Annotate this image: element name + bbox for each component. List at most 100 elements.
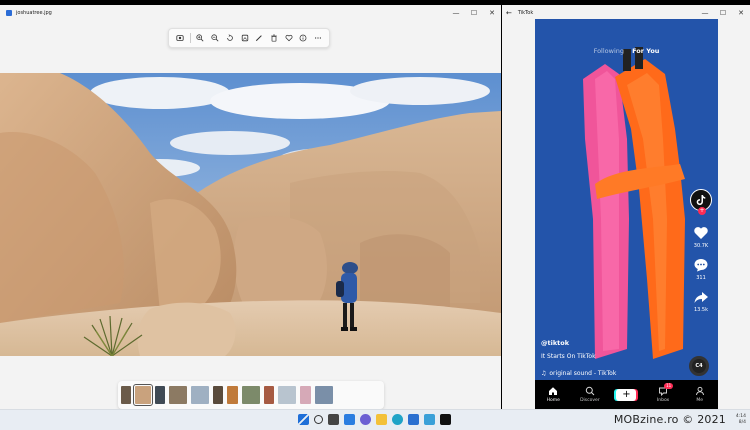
creator-avatar[interactable]: +: [690, 189, 712, 215]
photos-maximize-button[interactable]: ☐: [465, 8, 483, 18]
store-icon[interactable]: [408, 414, 419, 425]
enhance-button[interactable]: [173, 31, 187, 46]
profile-icon: [695, 386, 704, 396]
create-plus-icon: +: [616, 388, 637, 401]
filmstrip-thumb[interactable]: [264, 386, 274, 404]
more-icon: [315, 37, 322, 39]
nav-me-label: Me: [696, 398, 703, 403]
filmstrip-thumb[interactable]: [278, 386, 296, 404]
rotate-button[interactable]: [223, 31, 237, 46]
desert-rock-photo: [0, 73, 501, 356]
file-explorer-icon[interactable]: [376, 414, 387, 425]
nav-home-label: Home: [546, 398, 560, 403]
video-description: It Starts On TikTok: [541, 353, 596, 360]
photo-viewer-image[interactable]: [0, 73, 501, 356]
filmstrip-thumb[interactable]: [155, 386, 165, 404]
crop-button[interactable]: [238, 31, 252, 46]
filmstrip: [118, 381, 384, 409]
tiktok-window-title: TikTok: [517, 10, 534, 16]
zoom-out-icon: [211, 34, 219, 42]
comment-icon: [694, 259, 708, 272]
filmstrip-thumb-selected[interactable]: [133, 384, 153, 406]
zoom-in-button[interactable]: [194, 31, 208, 46]
filmstrip-thumb[interactable]: [121, 386, 131, 404]
nav-me[interactable]: Me: [685, 386, 715, 403]
filmstrip-thumb[interactable]: [242, 386, 260, 404]
nav-home[interactable]: Home: [538, 386, 568, 403]
image-file-icon: [6, 10, 12, 16]
video-caption: @tiktok It Starts On TikTok ♫ original s…: [541, 339, 616, 377]
tiktok-minimize-button[interactable]: —: [696, 8, 714, 18]
toolbar-divider: [189, 33, 191, 43]
tiktok-video-player[interactable]: Following For You + 30.7K 311 13.5k @tik…: [535, 19, 718, 409]
comment-action[interactable]: 311: [693, 257, 709, 281]
like-count: 30.7K: [693, 243, 709, 249]
system-clock[interactable]: 4:14 8/4: [736, 414, 746, 426]
bottom-navigation: Home Discover + 11 Inbox Me: [535, 380, 718, 409]
back-button[interactable]: ←: [506, 9, 512, 17]
task-view-icon[interactable]: [328, 414, 339, 425]
filmstrip-thumb[interactable]: [213, 386, 223, 404]
edit-button[interactable]: [252, 31, 266, 46]
tiktok-app-icon[interactable]: [440, 414, 451, 425]
photos-app-icon[interactable]: [424, 414, 435, 425]
photos-window-controls: — ☐ ✕: [447, 8, 501, 18]
photos-close-button[interactable]: ✕: [483, 8, 501, 18]
inbox-badge: 11: [664, 383, 674, 389]
filmstrip-thumb[interactable]: [227, 386, 238, 404]
favorite-icon: [285, 34, 293, 42]
photos-minimize-button[interactable]: —: [447, 8, 465, 18]
desktop: joshuatree.jpg — ☐ ✕ ← TikTok — ☐ ✕ Foll…: [0, 0, 750, 430]
photos-filename: joshuatree.jpg: [16, 10, 52, 16]
teams-chat-icon[interactable]: [360, 414, 371, 425]
nav-discover-label: Discover: [580, 398, 600, 403]
filmstrip-thumb[interactable]: [300, 386, 311, 404]
filmstrip-thumb[interactable]: [169, 386, 187, 404]
favorite-button[interactable]: [282, 31, 296, 46]
enhance-icon: [176, 35, 184, 41]
photos-window: joshuatree.jpg — ☐ ✕: [0, 5, 501, 409]
tiktok-close-button[interactable]: ✕: [732, 8, 750, 18]
crop-icon: [241, 34, 248, 42]
sound-info[interactable]: ♫ original sound - TikTok: [541, 370, 616, 377]
like-action[interactable]: 30.7K: [693, 225, 709, 249]
music-note-icon: ♫: [541, 370, 547, 377]
delete-button[interactable]: [267, 31, 281, 46]
share-action[interactable]: 13.5k: [693, 289, 709, 313]
creator-username[interactable]: @tiktok: [541, 339, 616, 347]
nav-create[interactable]: +: [611, 388, 641, 401]
nav-discover[interactable]: Discover: [575, 386, 605, 403]
watermark-text: MOBzine.ro © 2021: [613, 413, 726, 426]
follow-plus-icon[interactable]: +: [698, 207, 706, 215]
filmstrip-thumb[interactable]: [191, 386, 209, 404]
tiktok-window-controls: — ☐ ✕: [696, 8, 750, 18]
tab-for-you[interactable]: For You: [632, 47, 659, 55]
search-icon: [585, 386, 595, 396]
comment-count: 311: [696, 275, 706, 281]
more-button[interactable]: [311, 31, 325, 46]
photos-toolbar: [168, 28, 330, 48]
tiktok-window: ← TikTok — ☐ ✕ Following For You + 30.7K…: [502, 5, 750, 409]
nav-inbox-label: Inbox: [656, 398, 670, 403]
share-count: 13.5k: [693, 307, 709, 313]
info-icon: [299, 34, 307, 42]
taskbar: MOBzine.ro © 2021 4:14 8/4: [0, 409, 750, 430]
tab-following[interactable]: Following: [594, 47, 624, 55]
video-actions: + 30.7K 311 13.5k: [687, 189, 715, 321]
clock-date: 8/4: [738, 420, 746, 425]
zoom-out-button[interactable]: [208, 31, 222, 46]
feed-tabs: Following For You: [535, 47, 718, 55]
info-button[interactable]: [297, 31, 311, 46]
widgets-icon[interactable]: [344, 414, 355, 425]
rotate-icon: [227, 34, 233, 41]
nav-inbox[interactable]: 11 Inbox: [648, 383, 678, 403]
sound-disc[interactable]: C4: [689, 356, 709, 376]
search-icon[interactable]: [314, 415, 323, 424]
filmstrip-thumb[interactable]: [315, 386, 333, 404]
edge-browser-icon[interactable]: [392, 414, 403, 425]
photos-titlebar: joshuatree.jpg: [0, 5, 501, 21]
tiktok-maximize-button[interactable]: ☐: [714, 8, 732, 18]
start-windows-icon[interactable]: [298, 414, 309, 425]
delete-icon: [271, 34, 277, 42]
tiktok-logo-icon: [696, 195, 706, 205]
